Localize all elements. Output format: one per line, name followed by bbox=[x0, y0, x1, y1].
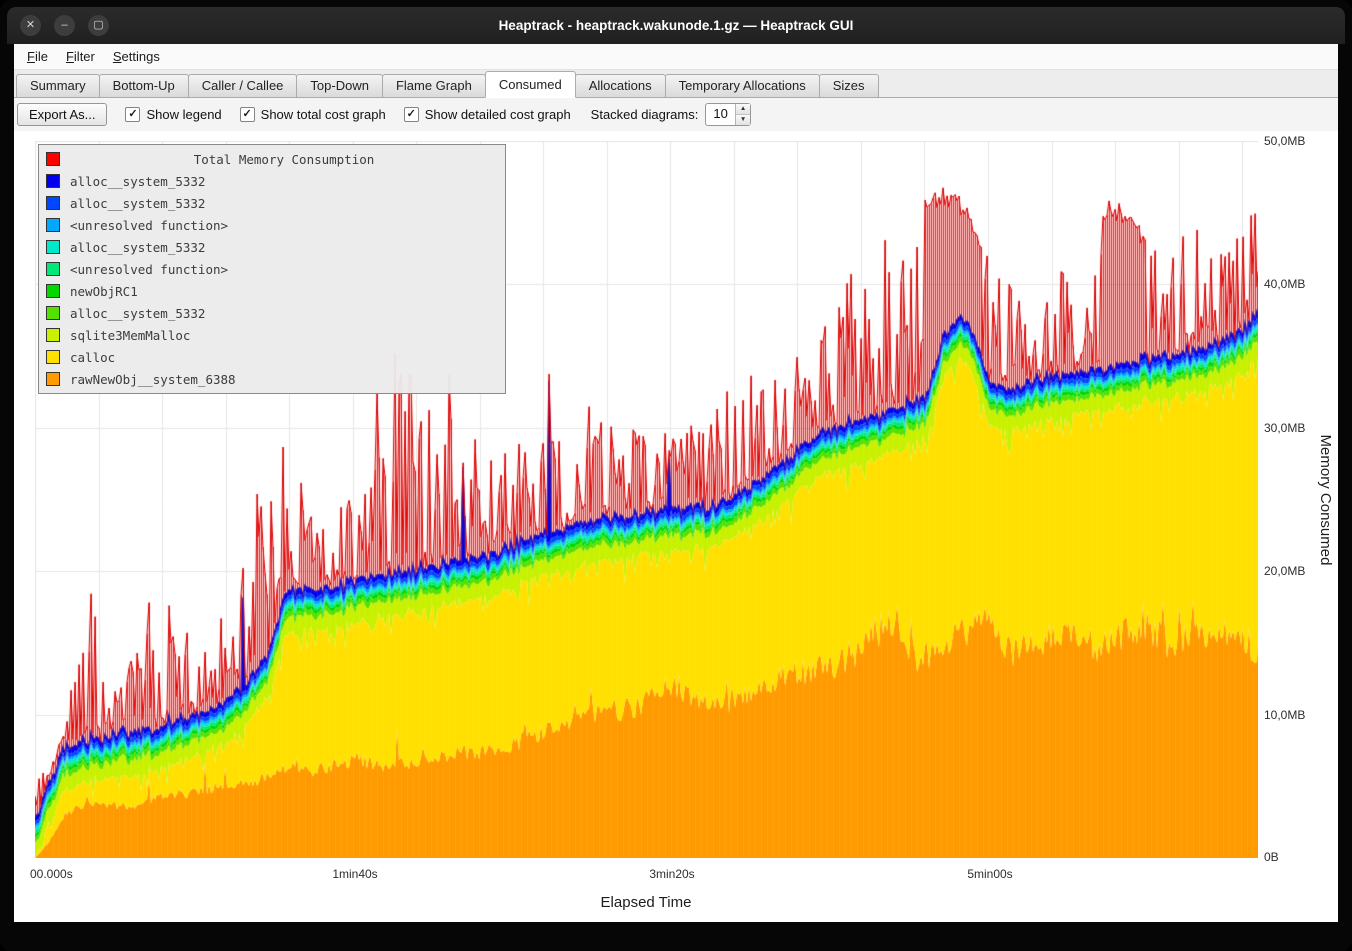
legend-swatch bbox=[46, 284, 60, 298]
spinner-arrows: ▲ ▼ bbox=[735, 104, 750, 125]
menu-file[interactable]: File bbox=[18, 46, 57, 67]
legend-item: sqlite3MemMalloc bbox=[39, 324, 505, 346]
legend-item: rawNewObj__system_6388 bbox=[39, 368, 505, 390]
legend-title: Total Memory Consumption bbox=[70, 152, 498, 167]
stacked-diagrams-label: Stacked diagrams: bbox=[591, 107, 699, 122]
legend-swatch bbox=[46, 240, 60, 254]
y-tick: 30,0MB bbox=[1264, 421, 1305, 435]
y-tick: 50,0MB bbox=[1264, 134, 1305, 148]
tab-sizes[interactable]: Sizes bbox=[819, 74, 879, 97]
stacked-diagrams-group: Stacked diagrams: 10 ▲ ▼ bbox=[591, 103, 752, 126]
legend-item: <unresolved function> bbox=[39, 258, 505, 280]
legend-label: alloc__system_5332 bbox=[70, 174, 205, 189]
tab-flame-graph[interactable]: Flame Graph bbox=[382, 74, 486, 97]
legend-swatch bbox=[46, 196, 60, 210]
legend-item: <unresolved function> bbox=[39, 214, 505, 236]
legend-item: alloc__system_5332 bbox=[39, 192, 505, 214]
show-total-cost-checkbox[interactable]: ✓ Show total cost graph bbox=[240, 107, 386, 122]
spinner-up-icon[interactable]: ▲ bbox=[736, 104, 750, 115]
legend-label: rawNewObj__system_6388 bbox=[70, 372, 236, 387]
tab-bottom-up[interactable]: Bottom-Up bbox=[99, 74, 189, 97]
tab-allocations[interactable]: Allocations bbox=[575, 74, 666, 97]
heaptrack-window: ✕ – ▢ Heaptrack - heaptrack.wakunode.1.g… bbox=[0, 0, 1352, 951]
legend-swatch bbox=[46, 372, 60, 386]
tab-summary[interactable]: Summary bbox=[16, 74, 100, 97]
menu-filter[interactable]: Filter bbox=[57, 46, 104, 67]
show-detailed-cost-label: Show detailed cost graph bbox=[425, 107, 571, 122]
legend-label: alloc__system_5332 bbox=[70, 240, 205, 255]
close-icon[interactable]: ✕ bbox=[20, 15, 41, 36]
maximize-icon[interactable]: ▢ bbox=[88, 15, 109, 36]
x-axis-label: Elapsed Time bbox=[601, 894, 692, 911]
legend-item: newObjRC1 bbox=[39, 280, 505, 302]
window-controls: ✕ – ▢ bbox=[20, 15, 109, 36]
show-total-cost-label: Show total cost graph bbox=[261, 107, 386, 122]
legend-swatch bbox=[46, 306, 60, 320]
y-tick: 20,0MB bbox=[1264, 564, 1305, 578]
tab-consumed[interactable]: Consumed bbox=[485, 71, 576, 98]
legend-swatch bbox=[46, 218, 60, 232]
menu-settings[interactable]: Settings bbox=[104, 46, 169, 67]
y-tick: 10,0MB bbox=[1264, 708, 1305, 722]
x-tick: 00.000s bbox=[30, 867, 73, 881]
legend-label: newObjRC1 bbox=[70, 284, 138, 299]
legend-label: alloc__system_5332 bbox=[70, 306, 205, 321]
legend-item: calloc bbox=[39, 346, 505, 368]
legend-swatch bbox=[46, 262, 60, 276]
toolbar: Export As... ✓ Show legend ✓ Show total … bbox=[14, 98, 1338, 131]
x-tick: 5min00s bbox=[967, 867, 1012, 881]
legend-label: <unresolved function> bbox=[70, 262, 228, 277]
stacked-diagrams-value[interactable]: 10 bbox=[706, 104, 734, 125]
checkbox-check-icon[interactable]: ✓ bbox=[125, 107, 140, 122]
title-bar: ✕ – ▢ Heaptrack - heaptrack.wakunode.1.g… bbox=[7, 7, 1345, 44]
show-legend-checkbox[interactable]: ✓ Show legend bbox=[125, 107, 221, 122]
tab-temporary-allocations[interactable]: Temporary Allocations bbox=[665, 74, 820, 97]
tab-bar: Summary Bottom-Up Caller / Callee Top-Do… bbox=[14, 70, 1338, 98]
y-axis-label: Memory Consumed bbox=[1317, 435, 1334, 566]
legend-title-row: Total Memory Consumption bbox=[39, 148, 505, 170]
y-tick: 40,0MB bbox=[1264, 277, 1305, 291]
spinner-down-icon[interactable]: ▼ bbox=[736, 115, 750, 125]
legend-label: calloc bbox=[70, 350, 115, 365]
legend-label: sqlite3MemMalloc bbox=[70, 328, 190, 343]
legend-item: alloc__system_5332 bbox=[39, 170, 505, 192]
chart-legend: Total Memory Consumption alloc__system_5… bbox=[38, 144, 506, 394]
y-tick: 0B bbox=[1264, 850, 1279, 864]
show-detailed-cost-checkbox[interactable]: ✓ Show detailed cost graph bbox=[404, 107, 571, 122]
checkbox-check-icon[interactable]: ✓ bbox=[404, 107, 419, 122]
tab-top-down[interactable]: Top-Down bbox=[296, 74, 383, 97]
legend-label: alloc__system_5332 bbox=[70, 196, 205, 211]
checkbox-check-icon[interactable]: ✓ bbox=[240, 107, 255, 122]
tab-caller-callee[interactable]: Caller / Callee bbox=[188, 74, 298, 97]
minimize-icon[interactable]: – bbox=[54, 15, 75, 36]
stacked-diagrams-spinner[interactable]: 10 ▲ ▼ bbox=[705, 103, 751, 126]
legend-swatch bbox=[46, 328, 60, 342]
consumed-chart-panel: Total Memory Consumption alloc__system_5… bbox=[14, 131, 1338, 922]
legend-swatch-total bbox=[46, 152, 60, 166]
menu-bar: File Filter Settings bbox=[14, 44, 1338, 70]
legend-label: <unresolved function> bbox=[70, 218, 228, 233]
legend-swatch bbox=[46, 174, 60, 188]
legend-item: alloc__system_5332 bbox=[39, 236, 505, 258]
x-tick: 1min40s bbox=[332, 867, 377, 881]
legend-swatch bbox=[46, 350, 60, 364]
legend-item: alloc__system_5332 bbox=[39, 302, 505, 324]
export-as-button[interactable]: Export As... bbox=[17, 103, 107, 126]
window-title: Heaptrack - heaptrack.wakunode.1.gz — He… bbox=[7, 18, 1345, 33]
x-tick: 3min20s bbox=[649, 867, 694, 881]
show-legend-label: Show legend bbox=[146, 107, 221, 122]
